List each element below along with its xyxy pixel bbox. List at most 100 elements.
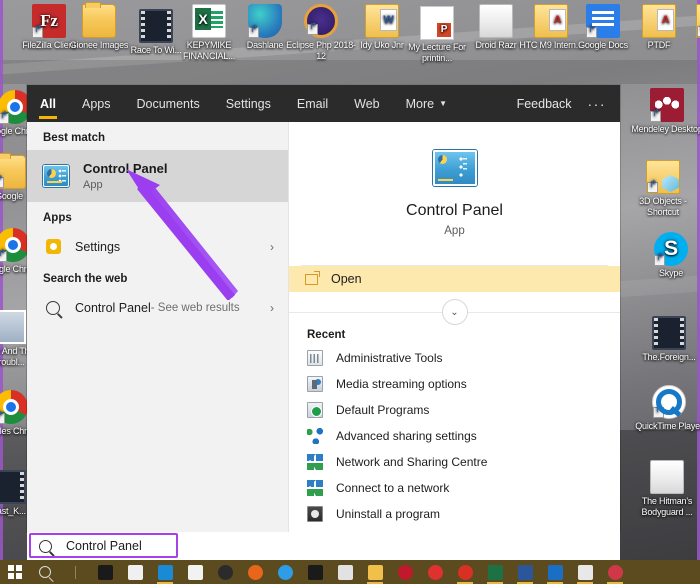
- hp-icon: [307, 564, 323, 580]
- tab-documents[interactable]: Documents: [123, 85, 212, 122]
- file-explorer[interactable]: [360, 560, 390, 584]
- folder-icon: [367, 564, 383, 580]
- desktop-icon[interactable]: F...: [688, 240, 700, 287]
- photos-app[interactable]: [90, 560, 120, 584]
- network-sharing-icon: [307, 454, 323, 470]
- shortcut-arrow-icon: [650, 111, 661, 122]
- tab-email[interactable]: Email: [284, 85, 341, 122]
- taskbar-search-box[interactable]: Control Panel: [27, 532, 620, 560]
- tab-settings[interactable]: Settings: [213, 85, 284, 122]
- best-match-header: Best match: [43, 132, 105, 144]
- pdf-folder-icon: [642, 4, 676, 38]
- start-menu-tabbar: All Apps Documents Settings Email Web More ▼ Fe…: [27, 85, 620, 122]
- open-action-label: Open: [331, 272, 362, 286]
- search-button[interactable]: [30, 560, 60, 584]
- task-view-button[interactable]: [60, 560, 90, 584]
- media-player[interactable]: [270, 560, 300, 584]
- recent-item[interactable]: Media streaming options: [289, 371, 620, 397]
- app-preview: Control Panel App: [289, 122, 620, 255]
- firefox-browser[interactable]: [240, 560, 270, 584]
- result-item-web-control-panel[interactable]: Control Panel - See web results ›: [27, 291, 288, 324]
- feedback-button[interactable]: Feedback: [505, 97, 584, 111]
- recent-item[interactable]: Administrative Tools: [289, 345, 620, 371]
- recent-item[interactable]: Advanced sharing settings: [289, 423, 620, 449]
- shortcut-arrow-icon: [0, 251, 7, 262]
- tab-label: Email: [296, 96, 329, 111]
- tab-label: Web: [354, 96, 380, 111]
- word-folder-icon: [365, 4, 399, 38]
- web-result-suffix: - See web results: [150, 301, 240, 314]
- picture-viewer[interactable]: [570, 560, 600, 584]
- paint-app[interactable]: [330, 560, 360, 584]
- search-icon: [43, 300, 63, 315]
- more-options-icon[interactable]: ···: [584, 96, 621, 112]
- shortcut-arrow-icon: [654, 255, 665, 266]
- chevron-right-icon[interactable]: ›: [270, 240, 274, 254]
- mcafee-app[interactable]: [390, 560, 420, 584]
- desktop-icon[interactable]: Re...: [686, 462, 700, 509]
- chrome-browser[interactable]: [450, 560, 480, 584]
- recent-item-label: Administrative Tools: [336, 351, 443, 365]
- tab-label: More: [405, 96, 435, 111]
- best-match-title: Control Panel: [83, 161, 168, 176]
- desktop-icon[interactable]: E...: [676, 4, 700, 51]
- recent-item-label: Uninstall a program: [336, 507, 441, 521]
- recent-item[interactable]: Default Programs: [289, 397, 620, 423]
- edge-browser[interactable]: [150, 560, 180, 584]
- mendeley-icon: [650, 88, 684, 122]
- camera-app[interactable]: [210, 560, 240, 584]
- recent-item[interactable]: Connect to a network: [289, 475, 620, 501]
- shortcut-arrow-icon: [0, 413, 5, 424]
- video-file-icon: [652, 316, 686, 350]
- mcafee-icon: [397, 564, 413, 580]
- recent-item-label: Connect to a network: [336, 481, 450, 495]
- outlook-app[interactable]: [540, 560, 570, 584]
- folder-icon: [696, 4, 700, 38]
- paint-icon: [337, 564, 353, 580]
- desktop-icon[interactable]: W...: [686, 316, 700, 363]
- folder-icon: [82, 2, 116, 38]
- chevron-right-icon[interactable]: ›: [270, 301, 274, 315]
- chevron-down-icon: ⌄: [450, 306, 459, 318]
- tab-more[interactable]: More ▼: [393, 85, 460, 122]
- desktop-icon[interactable]: Si...: [686, 88, 700, 135]
- recent-item[interactable]: Uninstall a program: [289, 501, 620, 527]
- eclipse-icon: [304, 4, 338, 38]
- recent-item[interactable]: Network and Sharing Centre: [289, 449, 620, 475]
- connect-network-icon: [307, 480, 323, 496]
- store-app[interactable]: [120, 560, 150, 584]
- desktop-icon-label: E...: [676, 40, 700, 51]
- outlook-icon: [547, 564, 563, 580]
- search-input[interactable]: Control Panel: [66, 539, 142, 553]
- search-icon: [39, 566, 51, 578]
- hp-app[interactable]: [300, 560, 330, 584]
- sublime-app[interactable]: [600, 560, 630, 584]
- chrome-icon: [457, 564, 473, 580]
- uninstall-program-icon: [307, 506, 323, 522]
- folder-white-icon: [650, 460, 684, 494]
- desktop-icon[interactable]: Wa...: [684, 160, 700, 207]
- tab-label: All: [40, 96, 56, 111]
- shortcut-arrow-icon: [0, 113, 9, 124]
- open-window-icon: [305, 270, 320, 285]
- mail-icon: [187, 564, 203, 580]
- tab-all[interactable]: All: [27, 85, 69, 122]
- excel-app[interactable]: [480, 560, 510, 584]
- preview-panel: Control Panel App Open ⌄ Recent Administ…: [288, 122, 620, 532]
- task-view-icon: [74, 565, 76, 579]
- desktop-icon[interactable]: Ga...: [686, 390, 700, 437]
- taskbar: [0, 560, 700, 584]
- opera-app[interactable]: [420, 560, 450, 584]
- mail-app[interactable]: [180, 560, 210, 584]
- tab-web[interactable]: Web: [341, 85, 392, 122]
- expand-actions-button[interactable]: ⌄: [441, 299, 468, 325]
- media-streaming-icon: [307, 376, 323, 392]
- image-icon: [577, 564, 593, 580]
- start-button[interactable]: [0, 560, 30, 584]
- tab-apps[interactable]: Apps: [69, 85, 124, 122]
- tab-label: Apps: [81, 96, 111, 111]
- open-action-button[interactable]: Open: [289, 266, 620, 292]
- result-item-settings[interactable]: Settings ›: [27, 230, 288, 263]
- best-match-result-control-panel[interactable]: Control Panel App: [27, 150, 288, 202]
- word-app[interactable]: [510, 560, 540, 584]
